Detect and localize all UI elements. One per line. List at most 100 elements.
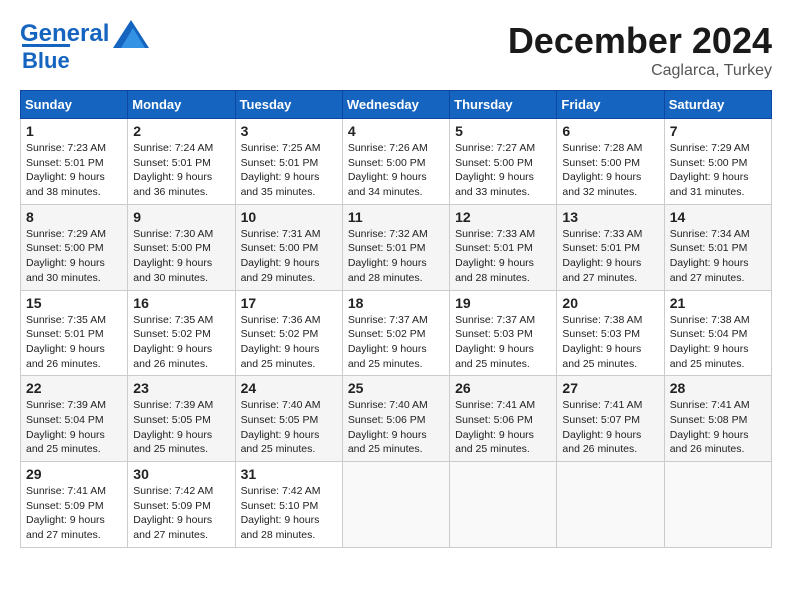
calendar-cell: 21 Sunrise: 7:38 AM Sunset: 5:04 PM Dayli…: [664, 290, 771, 376]
title-area: December 2024 Caglarca, Turkey: [508, 20, 772, 80]
day-number: 11: [348, 209, 444, 225]
day-number: 9: [133, 209, 229, 225]
calendar-cell: 4Sunrise: 7:26 AM Sunset: 5:00 PM Daylig…: [342, 119, 449, 205]
day-number: 7: [670, 123, 766, 139]
day-info: Sunrise: 7:41 AM Sunset: 5:07 PM Dayligh…: [562, 398, 658, 457]
day-info: Sunrise: 7:25 AM Sunset: 5:01 PM Dayligh…: [241, 141, 337, 200]
calendar-cell: 30Sunrise: 7:42 AM Sunset: 5:09 PM Dayli…: [128, 462, 235, 548]
week-row-4: 22Sunrise: 7:39 AM Sunset: 5:04 PM Dayli…: [21, 376, 772, 462]
calendar-cell: [664, 462, 771, 548]
day-number: 19: [455, 295, 551, 311]
day-number: 15: [26, 295, 122, 311]
calendar-cell: 10 Sunrise: 7:31 AM Sunset: 5:00 PM Dayli…: [235, 204, 342, 290]
day-info: Sunrise: 7:33 AM Sunset: 5:01 PM Dayligh…: [455, 227, 551, 286]
header: General Blue December 2024 Caglarca, Tur…: [20, 20, 772, 80]
calendar-cell: [450, 462, 557, 548]
calendar-cell: 6Sunrise: 7:28 AM Sunset: 5:00 PM Daylig…: [557, 119, 664, 205]
day-info: Sunrise: 7:31 AM Sunset: 5:00 PM Dayligh…: [241, 227, 337, 286]
calendar-cell: 13 Sunrise: 7:33 AM Sunset: 5:01 PM Dayli…: [557, 204, 664, 290]
day-info: Sunrise: 7:27 AM Sunset: 5:00 PM Dayligh…: [455, 141, 551, 200]
day-info: Sunrise: 7:34 AM Sunset: 5:01 PM Dayligh…: [670, 227, 766, 286]
calendar-cell: [557, 462, 664, 548]
week-row-5: 29 Sunrise: 7:41 AM Sunset: 5:09 PM Dayli…: [21, 462, 772, 548]
calendar-cell: 2 Sunrise: 7:24 AM Sunset: 5:01 PM Daylig…: [128, 119, 235, 205]
calendar-cell: 1 Sunrise: 7:23 AM Sunset: 5:01 PM Daylig…: [21, 119, 128, 205]
day-info: Sunrise: 7:39 AM Sunset: 5:05 PM Dayligh…: [133, 398, 229, 457]
logo-general: General: [20, 20, 109, 47]
day-number: 1: [26, 123, 122, 139]
calendar-cell: 18 Sunrise: 7:37 AM Sunset: 5:02 PM Dayli…: [342, 290, 449, 376]
calendar-cell: [342, 462, 449, 548]
calendar-cell: 23 Sunrise: 7:39 AM Sunset: 5:05 PM Dayli…: [128, 376, 235, 462]
day-info: Sunrise: 7:24 AM Sunset: 5:01 PM Dayligh…: [133, 141, 229, 200]
day-info: Sunrise: 7:38 AM Sunset: 5:03 PM Dayligh…: [562, 313, 658, 372]
day-number: 22: [26, 380, 122, 396]
calendar-cell: 5 Sunrise: 7:27 AM Sunset: 5:00 PM Daylig…: [450, 119, 557, 205]
calendar-cell: 8 Sunrise: 7:29 AM Sunset: 5:00 PM Daylig…: [21, 204, 128, 290]
day-info: Sunrise: 7:37 AM Sunset: 5:03 PM Dayligh…: [455, 313, 551, 372]
calendar-cell: 9 Sunrise: 7:30 AM Sunset: 5:00 PM Daylig…: [128, 204, 235, 290]
calendar-cell: 25 Sunrise: 7:40 AM Sunset: 5:06 PM Dayli…: [342, 376, 449, 462]
day-header-saturday: Saturday: [664, 91, 771, 119]
day-number: 8: [26, 209, 122, 225]
location: Caglarca, Turkey: [508, 62, 772, 80]
day-number: 2: [133, 123, 229, 139]
day-header-tuesday: Tuesday: [235, 91, 342, 119]
calendar-cell: 12 Sunrise: 7:33 AM Sunset: 5:01 PM Dayli…: [450, 204, 557, 290]
day-info: Sunrise: 7:41 AM Sunset: 5:06 PM Dayligh…: [455, 398, 551, 457]
month-title: December 2024: [508, 20, 772, 62]
day-number: 5: [455, 123, 551, 139]
day-number: 24: [241, 380, 337, 396]
calendar-cell: 19 Sunrise: 7:37 AM Sunset: 5:03 PM Dayli…: [450, 290, 557, 376]
logo: General Blue: [20, 20, 149, 74]
calendar-cell: 20 Sunrise: 7:38 AM Sunset: 5:03 PM Dayli…: [557, 290, 664, 376]
logo-icon: [113, 20, 149, 48]
week-row-1: 1 Sunrise: 7:23 AM Sunset: 5:01 PM Daylig…: [21, 119, 772, 205]
day-info: Sunrise: 7:23 AM Sunset: 5:01 PM Dayligh…: [26, 141, 122, 200]
day-number: 20: [562, 295, 658, 311]
day-number: 13: [562, 209, 658, 225]
day-info: Sunrise: 7:40 AM Sunset: 5:05 PM Dayligh…: [241, 398, 337, 457]
day-number: 16: [133, 295, 229, 311]
day-number: 23: [133, 380, 229, 396]
day-number: 30: [133, 466, 229, 482]
day-number: 26: [455, 380, 551, 396]
day-info: Sunrise: 7:41 AM Sunset: 5:08 PM Dayligh…: [670, 398, 766, 457]
day-header-friday: Friday: [557, 91, 664, 119]
day-number: 28: [670, 380, 766, 396]
day-info: Sunrise: 7:30 AM Sunset: 5:00 PM Dayligh…: [133, 227, 229, 286]
calendar-cell: 3Sunrise: 7:25 AM Sunset: 5:01 PM Daylig…: [235, 119, 342, 205]
day-header-monday: Monday: [128, 91, 235, 119]
day-number: 4: [348, 123, 444, 139]
day-number: 18: [348, 295, 444, 311]
day-number: 12: [455, 209, 551, 225]
calendar-cell: 24 Sunrise: 7:40 AM Sunset: 5:05 PM Dayli…: [235, 376, 342, 462]
day-info: Sunrise: 7:33 AM Sunset: 5:01 PM Dayligh…: [562, 227, 658, 286]
week-row-2: 8 Sunrise: 7:29 AM Sunset: 5:00 PM Daylig…: [21, 204, 772, 290]
calendar-cell: 31Sunrise: 7:42 AM Sunset: 5:10 PM Dayli…: [235, 462, 342, 548]
calendar-cell: 15 Sunrise: 7:35 AM Sunset: 5:01 PM Dayli…: [21, 290, 128, 376]
day-number: 10: [241, 209, 337, 225]
day-number: 21: [670, 295, 766, 311]
day-info: Sunrise: 7:37 AM Sunset: 5:02 PM Dayligh…: [348, 313, 444, 372]
day-info: Sunrise: 7:29 AM Sunset: 5:00 PM Dayligh…: [26, 227, 122, 286]
day-number: 6: [562, 123, 658, 139]
days-header-row: SundayMondayTuesdayWednesdayThursdayFrid…: [21, 91, 772, 119]
day-info: Sunrise: 7:36 AM Sunset: 5:02 PM Dayligh…: [241, 313, 337, 372]
calendar-cell: 7 Sunrise: 7:29 AM Sunset: 5:00 PM Daylig…: [664, 119, 771, 205]
day-header-wednesday: Wednesday: [342, 91, 449, 119]
day-info: Sunrise: 7:35 AM Sunset: 5:02 PM Dayligh…: [133, 313, 229, 372]
day-number: 14: [670, 209, 766, 225]
calendar-table: SundayMondayTuesdayWednesdayThursdayFrid…: [20, 90, 772, 548]
day-info: Sunrise: 7:40 AM Sunset: 5:06 PM Dayligh…: [348, 398, 444, 457]
day-info: Sunrise: 7:35 AM Sunset: 5:01 PM Dayligh…: [26, 313, 122, 372]
day-info: Sunrise: 7:29 AM Sunset: 5:00 PM Dayligh…: [670, 141, 766, 200]
day-info: Sunrise: 7:41 AM Sunset: 5:09 PM Dayligh…: [26, 484, 122, 543]
day-number: 29: [26, 466, 122, 482]
day-info: Sunrise: 7:38 AM Sunset: 5:04 PM Dayligh…: [670, 313, 766, 372]
day-number: 25: [348, 380, 444, 396]
calendar-cell: 27Sunrise: 7:41 AM Sunset: 5:07 PM Dayli…: [557, 376, 664, 462]
calendar-cell: 22Sunrise: 7:39 AM Sunset: 5:04 PM Dayli…: [21, 376, 128, 462]
day-number: 17: [241, 295, 337, 311]
calendar-cell: 28 Sunrise: 7:41 AM Sunset: 5:08 PM Dayli…: [664, 376, 771, 462]
